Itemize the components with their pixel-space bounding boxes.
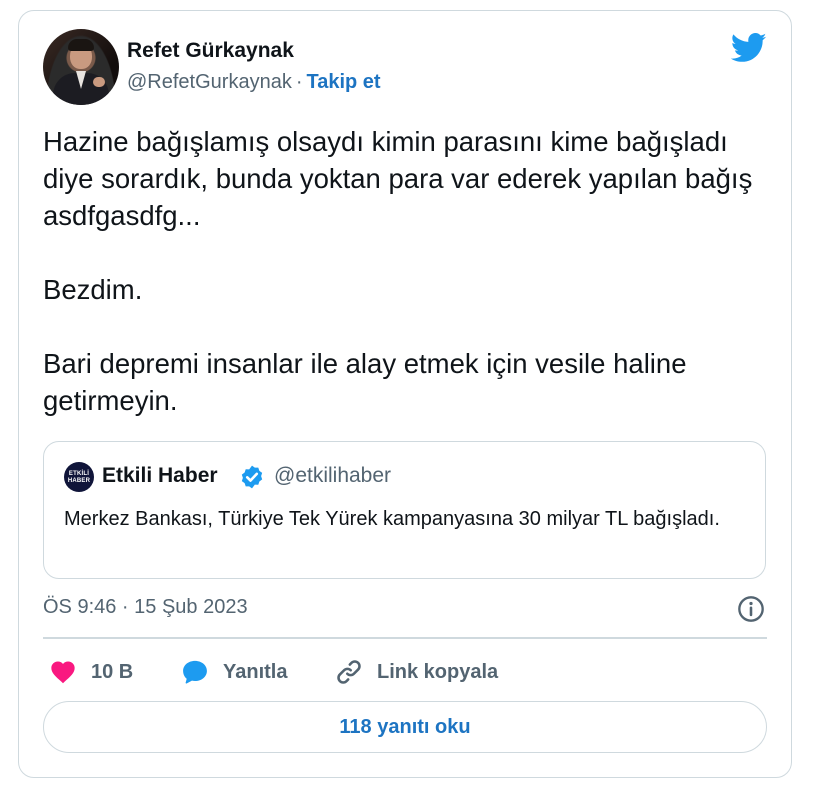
- heart-icon: [51, 661, 75, 684]
- tweet-timestamp[interactable]: ÖS 9:46 · 15 Şub 2023: [43, 596, 248, 619]
- speech-bubble-icon: [183, 660, 207, 684]
- info-icon[interactable]: [737, 595, 765, 623]
- author-name[interactable]: Refet Gürkaynak: [127, 39, 294, 63]
- author-handle[interactable]: @RefetGurkaynak: [127, 71, 292, 93]
- quoted-author-name[interactable]: Etkili Haber: [102, 464, 218, 488]
- avatar-hair: [68, 39, 94, 51]
- copy-link-button[interactable]: Link kopyala: [335, 656, 498, 688]
- twitter-bird-icon[interactable]: [731, 33, 767, 63]
- copy-link-label: Link kopyala: [377, 660, 499, 683]
- avatar-hand: [93, 77, 105, 87]
- logo-text-bottom: HABER: [67, 478, 91, 484]
- like-count: 10 B: [91, 660, 134, 683]
- verified-badge-icon: [241, 465, 263, 489]
- quoted-tweet[interactable]: ETKİLİ HABER Etkili Haber @etkilihaber M…: [43, 441, 766, 579]
- author-handle-row: @RefetGurkaynak · Takip et: [127, 71, 381, 94]
- like-button[interactable]: 10 B: [49, 656, 133, 688]
- separator-dot: ·: [295, 71, 303, 93]
- reply-label: Yanıtla: [223, 660, 288, 683]
- quoted-author-handle[interactable]: @etkilihaber: [274, 464, 391, 488]
- author-avatar[interactable]: [43, 29, 119, 105]
- logo-text-top: ETKİLİ: [68, 471, 90, 477]
- quoted-avatar-logo[interactable]: ETKİLİ HABER: [64, 462, 94, 492]
- tweet-card: Refet Gürkaynak @RefetGurkaynak · Takip et…: [18, 10, 792, 778]
- link-icon: [337, 660, 361, 684]
- divider: [43, 637, 767, 639]
- tweet-text: Hazine bağışlamış olsaydı kimin parasını…: [43, 126, 753, 416]
- quoted-tweet-text: Merkez Bankası, Türkiye Tek Yürek kampan…: [64, 508, 720, 530]
- reply-button[interactable]: Yanıtla: [181, 656, 287, 688]
- follow-button[interactable]: Takip et: [307, 71, 381, 93]
- read-replies-button[interactable]: 118 yanıtı oku: [43, 701, 767, 753]
